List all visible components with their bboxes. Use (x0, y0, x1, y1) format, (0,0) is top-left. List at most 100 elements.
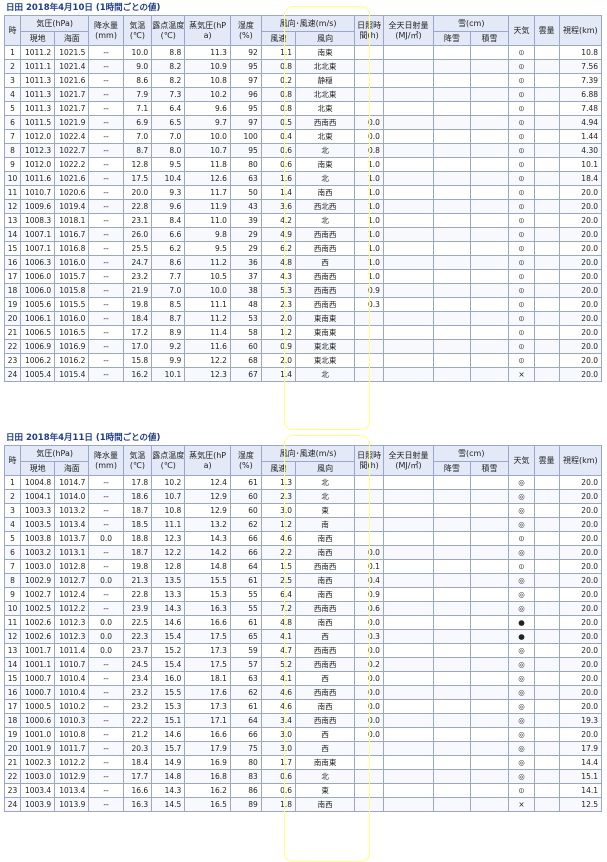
dew-cell: 15.7 (151, 741, 186, 756)
pressure-sea-header: 海面 (54, 461, 90, 476)
snowfall-cell (433, 727, 471, 742)
pressure-local-header: 現地 (19, 461, 56, 476)
pressure-sea-cell: 1014.7 (54, 475, 90, 490)
rad-cell (382, 87, 435, 102)
snowdepth-cell (469, 517, 510, 532)
pressure-local-cell: 1002.7 (19, 587, 56, 602)
table-row: 8 1012.3 1022.7 -- 8.7 8.0 10.7 95 0.6 北 0.8 ⦶ 4.30 (4, 143, 603, 158)
cloud-cell (533, 727, 560, 742)
precip-cell: -- (88, 671, 124, 686)
temp-cell: 7.0 (122, 129, 153, 144)
pressure-sea-cell: 1015.7 (54, 269, 90, 284)
vis-cell: 20.0 (558, 503, 603, 518)
temp-cell: 23.7 (122, 643, 153, 658)
cloud-cell (533, 685, 560, 700)
snowfall-cell (433, 573, 471, 588)
pressure-sea-cell: 1021.9 (54, 115, 90, 130)
weather-mist-icon: ⦶ (508, 143, 535, 158)
pressure-sea-cell: 1014.0 (54, 489, 90, 504)
rad-cell (382, 699, 435, 714)
table-row: 14 1007.1 1016.7 -- 26.0 6.6 9.8 29 4.9 西南西 1.0 ⦶ 20… (4, 227, 603, 242)
precip-cell: -- (88, 101, 124, 116)
cloud-cell (533, 45, 560, 60)
humidity-cell: 95 (229, 59, 262, 74)
temp-cell: 23.2 (122, 269, 153, 284)
weather-rain-icon: ● (508, 615, 535, 630)
pressure-local-cell: 1000.7 (19, 685, 56, 700)
vis-cell: 4.94 (558, 115, 603, 130)
precip-cell: -- (88, 199, 124, 214)
vapor-cell: 10.5 (184, 269, 231, 284)
wind-dir-cell: 静穏 (294, 73, 356, 88)
table-row: 7 1012.0 1022.4 -- 7.0 7.0 10.0 100 0.4 北東 0.0 ⦶ 1.4… (4, 129, 603, 144)
precip-cell: -- (88, 727, 124, 742)
wind-dir-cell: 北東 (294, 101, 356, 116)
precip-header: 降水量(mm) (88, 15, 124, 46)
weather-mist-icon: ⦶ (508, 45, 535, 60)
cloud-header: 雲量 (533, 15, 560, 46)
pressure-local-header: 現地 (19, 31, 56, 46)
snowfall-cell (433, 503, 471, 518)
rad-cell (382, 713, 435, 728)
rad-cell (382, 601, 435, 616)
wind-speed-cell: 0.4 (260, 129, 297, 144)
vapor-cell: 11.4 (184, 325, 231, 340)
table-row: 6 1011.5 1021.9 -- 6.9 6.5 9.7 97 0.5 西南西 0.0 ⦶ 4.94 (4, 115, 603, 130)
dew-cell: 15.3 (151, 699, 186, 714)
pressure-sea-cell: 1012.3 (54, 629, 90, 644)
wind-speed-cell: 3.6 (260, 199, 297, 214)
humidity-cell: 100 (229, 129, 262, 144)
cloud-cell (533, 367, 560, 382)
wind-dir-cell: 南西 (294, 797, 356, 812)
vapor-cell: 17.5 (184, 657, 231, 672)
vapor-cell: 10.0 (184, 129, 231, 144)
temp-cell: 25.5 (122, 241, 153, 256)
precip-header: 降水量(mm) (88, 445, 124, 476)
table-row: 18 1006.0 1015.8 -- 21.9 7.0 10.0 38 5.3 西南西 0.9 ⦶ 2… (4, 283, 603, 298)
weather-mist-icon: ⦶ (508, 115, 535, 130)
sun-cell (354, 755, 384, 770)
vis-cell: 20.0 (558, 227, 603, 242)
rad-cell (382, 741, 435, 756)
rad-cell (382, 269, 435, 284)
weather-cloudy-icon: ◎ (508, 727, 535, 742)
rad-cell (382, 241, 435, 256)
precip-cell: -- (88, 73, 124, 88)
wind-dir-cell: 北 (294, 769, 356, 784)
table-row: 19 1005.6 1015.5 -- 19.8 8.5 11.1 48 2.3 西南西 0.3 ⦶ 2… (4, 297, 603, 312)
dew-cell: 7.0 (151, 283, 186, 298)
vapor-cell: 15.3 (184, 587, 231, 602)
dew-cell: 14.9 (151, 755, 186, 770)
dew-cell: 10.7 (151, 489, 186, 504)
pressure-sea-cell: 1016.0 (54, 311, 90, 326)
wind-dir-cell: 北 (294, 367, 356, 382)
snowfall-cell (433, 367, 471, 382)
weather-unknown-icon: × (508, 367, 535, 382)
weather-mist-icon: ⦶ (508, 171, 535, 186)
snowdepth-cell (469, 755, 510, 770)
vis-cell: 20.0 (558, 283, 603, 298)
vis-cell: 20.0 (558, 643, 603, 658)
vapor-cell: 16.6 (184, 615, 231, 630)
vapor-cell: 10.9 (184, 59, 231, 74)
wind-speed-cell: 0.8 (260, 101, 297, 116)
pressure-local-cell: 1002.9 (19, 573, 56, 588)
precip-cell: -- (88, 559, 124, 574)
vapor-cell: 13.2 (184, 517, 231, 532)
dew-cell: 14.5 (151, 797, 186, 812)
rad-cell (382, 755, 435, 770)
pressure-sea-cell: 1015.8 (54, 283, 90, 298)
snowdepth-cell (469, 115, 510, 130)
dew-cell: 15.4 (151, 629, 186, 644)
wind-speed-cell: 4.7 (260, 643, 297, 658)
wind-speed-cell: 4.6 (260, 699, 297, 714)
humidity-header: 湿度(%) (229, 15, 262, 46)
pressure-local-cell: 1003.0 (19, 769, 56, 784)
snowfall-cell (433, 783, 471, 798)
vapor-cell: 11.2 (184, 255, 231, 270)
dew-cell: 9.9 (151, 353, 186, 368)
temp-cell: 22.8 (122, 587, 153, 602)
precip-cell: -- (88, 545, 124, 560)
sun-cell: 1.0 (354, 157, 384, 172)
vis-cell: 15.1 (558, 769, 603, 784)
